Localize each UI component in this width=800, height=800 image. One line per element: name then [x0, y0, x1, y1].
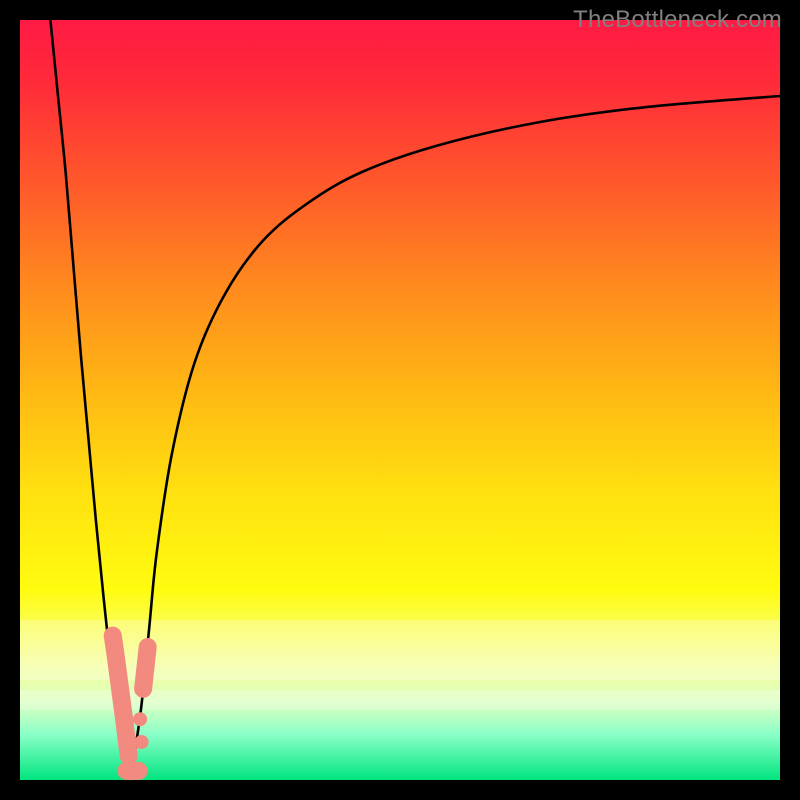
- marker-right-dot-1: [133, 712, 147, 726]
- curve-right-branch: [130, 96, 780, 776]
- marker-group: [113, 636, 149, 771]
- marker-right-pill: [143, 647, 148, 689]
- chart-frame: TheBottleneck.com: [0, 0, 800, 800]
- marker-right-dot-2: [135, 735, 149, 749]
- curve-group: [50, 20, 780, 776]
- curve-layer: [20, 20, 780, 780]
- marker-left-pill: [113, 636, 129, 756]
